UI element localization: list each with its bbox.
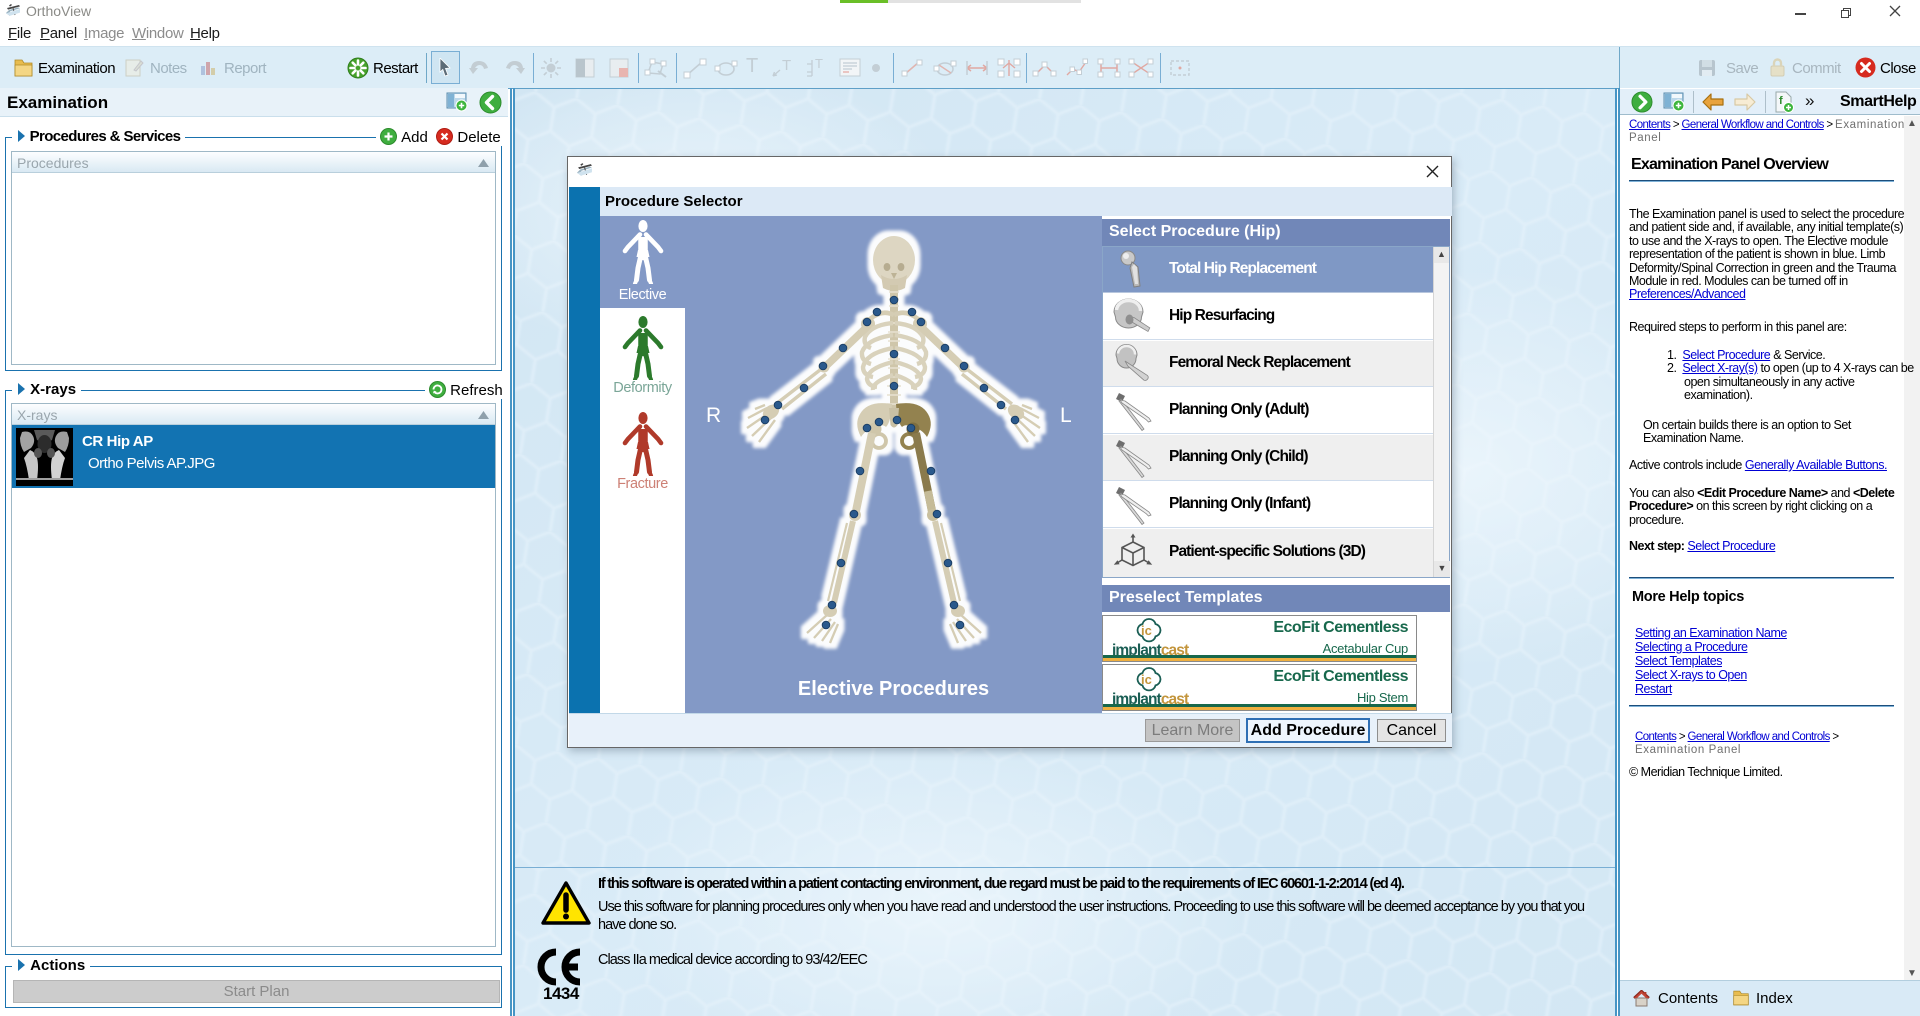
svg-text:T: T [782, 57, 791, 74]
svg-text:T: T [815, 56, 823, 71]
svg-text:f: f [1779, 95, 1783, 107]
